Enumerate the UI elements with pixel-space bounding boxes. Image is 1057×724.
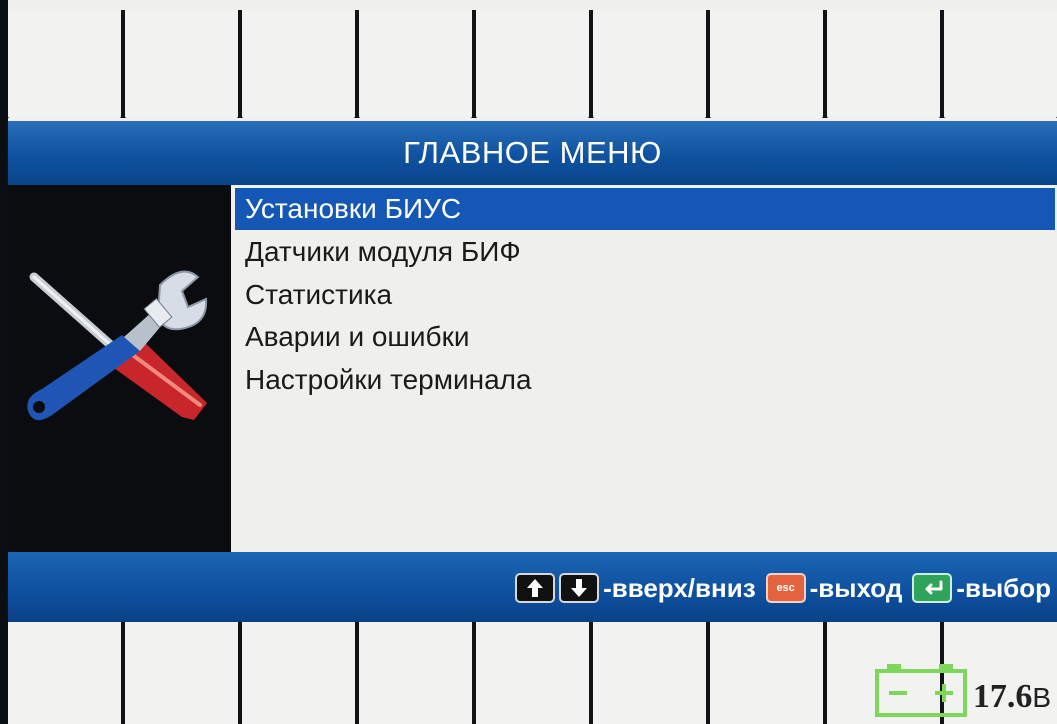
softkey-top-8[interactable] <box>827 10 940 118</box>
arrow-down-icon <box>559 573 600 603</box>
softkey-bottom-5[interactable] <box>476 622 589 724</box>
title-bar: ГЛАВНОЕ МЕНЮ <box>8 121 1057 185</box>
icon-panel <box>8 185 231 552</box>
arrow-up-icon <box>515 573 556 603</box>
tools-icon <box>27 270 208 421</box>
battery-status: 17.6В <box>873 662 1051 718</box>
softkey-bottom-4[interactable] <box>359 622 472 724</box>
menu-item-label: Статистика <box>245 279 393 310</box>
softkey-bottom-7[interactable] <box>710 622 823 724</box>
menu-item-label: Установки БИУС <box>245 193 462 224</box>
softkey-top-6[interactable] <box>593 10 706 118</box>
softkey-top-9[interactable] <box>944 10 1057 118</box>
voltage-value: 17.6 <box>972 678 1033 715</box>
softkey-bottom-3[interactable] <box>242 622 355 724</box>
menu-item-biys-settings[interactable]: Установки БИУС <box>235 188 1055 230</box>
page-title: ГЛАВНОЕ МЕНЮ <box>403 135 662 170</box>
menu-item-label: Настройки терминала <box>245 364 532 395</box>
key-hints: -вверх/вниз esc -выход -выбор <box>515 570 1057 606</box>
battery-icon <box>874 664 967 717</box>
main-menu: Установки БИУС Датчики модуля БИФ Статис… <box>231 185 1057 552</box>
menu-item-label: Аварии и ошибки <box>245 321 470 352</box>
hint-updown: -вверх/вниз <box>603 572 756 603</box>
esc-key-icon: esc <box>765 573 806 603</box>
hint-exit: -выход <box>809 572 903 603</box>
device-screen: ГЛАВНОЕ МЕНЮ Установки БИУС Датчики моду… <box>8 0 1057 724</box>
menu-item-bif-sensors[interactable]: Датчики модуля БИФ <box>235 231 1055 273</box>
top-softkey-row <box>8 10 1057 118</box>
menu-item-alarms-errors[interactable]: Аварии и ошибки <box>235 316 1055 358</box>
hint-select: -выбор <box>956 572 1051 603</box>
battery-voltage: 17.6В <box>973 677 1051 718</box>
softkey-top-4[interactable] <box>359 10 472 118</box>
softkey-bottom-2[interactable] <box>125 622 238 724</box>
hint-bar: -вверх/вниз esc -выход -выбор <box>8 552 1057 622</box>
menu-item-label: Датчики модуля БИФ <box>245 236 521 267</box>
softkey-top-1[interactable] <box>8 10 121 118</box>
softkey-top-2[interactable] <box>125 10 238 118</box>
softkey-bottom-1[interactable] <box>8 622 121 724</box>
voltage-unit: В <box>1032 682 1051 713</box>
softkey-top-3[interactable] <box>242 10 355 118</box>
menu-item-statistics[interactable]: Статистика <box>235 274 1055 316</box>
softkey-bottom-6[interactable] <box>593 622 706 724</box>
enter-key-icon <box>912 573 953 603</box>
softkey-top-7[interactable] <box>710 10 823 118</box>
softkey-top-5[interactable] <box>476 10 589 118</box>
menu-item-terminal-settings[interactable]: Настройки терминала <box>235 359 1055 401</box>
